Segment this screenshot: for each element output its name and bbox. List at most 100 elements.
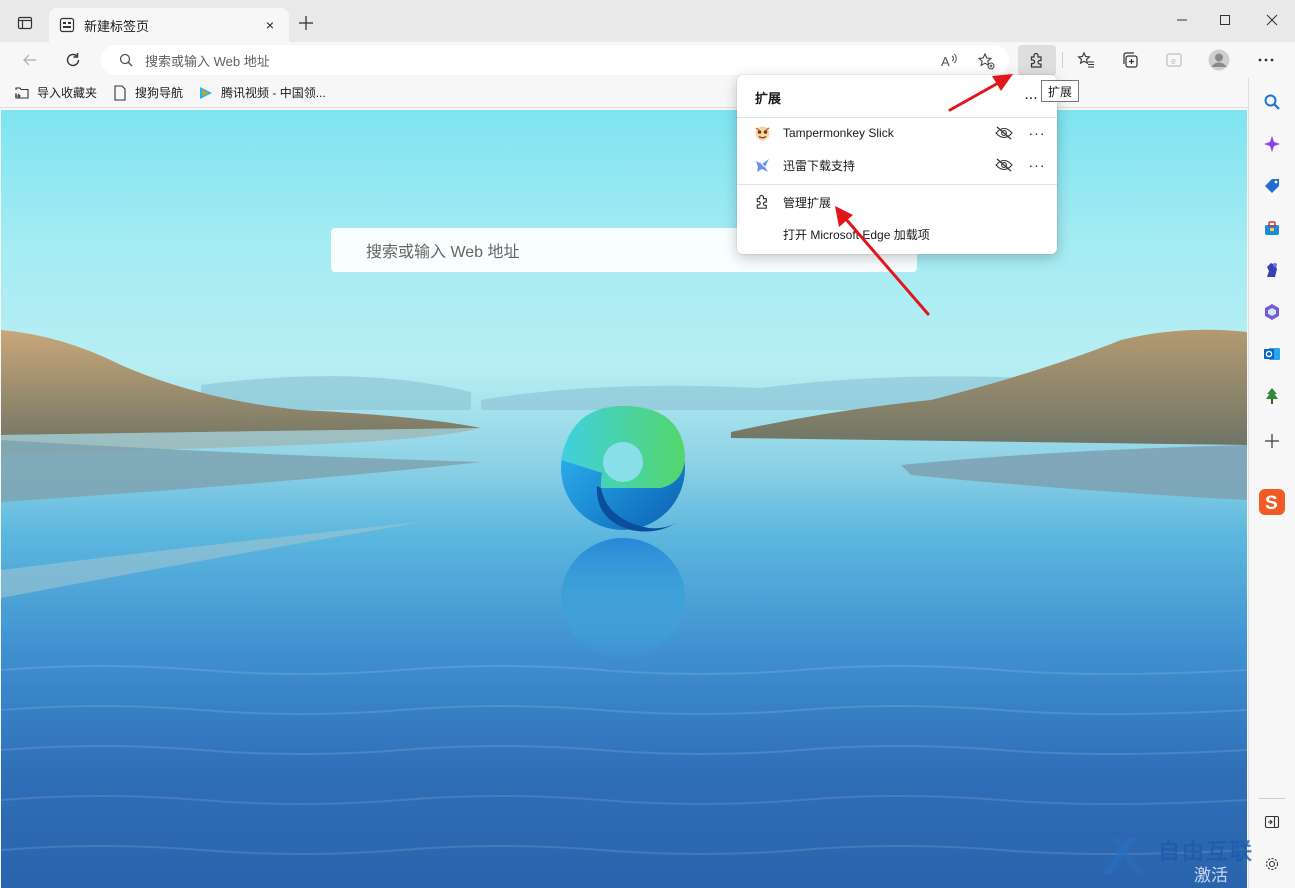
extension-more-button[interactable]: ··· (1027, 156, 1047, 174)
tree-icon (1266, 388, 1278, 404)
new-tab-button[interactable] (296, 12, 316, 34)
sidebar-tree-button[interactable] (1260, 384, 1284, 408)
close-window-button[interactable] (1258, 8, 1286, 32)
minimize-button[interactable] (1168, 8, 1196, 32)
new-tab-page: 搜索或输入 Web 地址 (1, 110, 1247, 888)
maximize-icon (1220, 15, 1230, 25)
outlook-icon (1264, 348, 1280, 360)
plus-icon (299, 16, 313, 30)
address-placeholder: 搜索或输入 Web 地址 (145, 53, 270, 69)
add-icon (1265, 434, 1279, 448)
svg-text:A: A (941, 54, 950, 69)
tencent-video-icon (198, 85, 214, 101)
profile-button[interactable] (1205, 46, 1233, 74)
puzzle-icon (1030, 52, 1042, 68)
sidebar-search-button[interactable] (1260, 90, 1284, 114)
search-icon (119, 53, 133, 67)
maximize-button[interactable] (1211, 8, 1239, 32)
sidebar-outlook-button[interactable] (1260, 342, 1284, 366)
toolbar-divider (1062, 52, 1063, 68)
extensions-button[interactable] (1018, 45, 1056, 76)
import-favorites-icon (14, 85, 30, 101)
sogou-icon: S (1259, 489, 1285, 515)
refresh-icon (66, 53, 80, 67)
back-button[interactable] (16, 46, 44, 74)
open-edge-addons-label: 打开 Microsoft Edge 加载项 (783, 227, 930, 242)
extensions-popup: 扩展 ... Tampermonkey Slick ··· 迅雷下载支持 ···… (737, 75, 1057, 254)
extension-name: Tampermonkey Slick (783, 126, 894, 140)
edge-logo-icon (561, 406, 685, 532)
office-icon (1265, 304, 1279, 320)
sidebar-shopping-button[interactable] (1260, 174, 1284, 198)
popup-title: 扩展 (755, 91, 782, 106)
extensions-tooltip: 扩展 (1041, 80, 1080, 102)
svg-text:e: e (1171, 56, 1176, 66)
favorites-icon (1077, 51, 1094, 68)
refresh-button[interactable] (59, 46, 87, 74)
page-search-placeholder: 搜索或输入 Web 地址 (366, 244, 520, 261)
read-aloud-icon[interactable]: A (941, 52, 959, 70)
add-favorite-icon[interactable] (977, 52, 995, 70)
minimize-icon (1177, 19, 1187, 21)
tab-actions-button[interactable] (10, 12, 40, 34)
favorites-bar: 导入收藏夹 搜狗导航 腾讯视频 - 中国领... (0, 78, 1295, 108)
tab-close-button[interactable]: × (261, 16, 279, 34)
background-landscape (1, 329, 1247, 855)
tab-new-tab[interactable]: 新建标签页 × (49, 8, 289, 42)
thunder-download-icon (754, 157, 771, 174)
popup-more-button[interactable]: ... (1021, 85, 1041, 105)
copilot-icon (1264, 136, 1280, 152)
favorite-import[interactable]: 导入收藏夹 (14, 84, 97, 101)
tab-title: 新建标签页 (84, 18, 150, 34)
manage-extensions-label: 管理扩展 (783, 195, 832, 210)
collections-button[interactable] (1116, 46, 1144, 74)
favorite-tencent-video[interactable]: 腾讯视频 - 中国领... (198, 84, 326, 101)
tools-icon (1265, 221, 1279, 235)
edge-sidebar: S (1248, 78, 1295, 888)
collections-icon (1123, 52, 1138, 68)
sidebar-games-button[interactable] (1260, 258, 1284, 282)
manage-extensions-item[interactable]: 管理扩展 (737, 187, 1057, 217)
shopping-icon (1265, 179, 1279, 193)
new-tab-page-icon (59, 17, 75, 33)
svg-text:S: S (1265, 493, 1278, 514)
hide-from-toolbar-icon[interactable] (995, 156, 1013, 174)
watermark-line2: 激活 Windows (1194, 866, 1263, 888)
search-icon (1264, 94, 1280, 110)
more-horizontal-icon (1258, 58, 1274, 62)
sidebar-divider (1259, 798, 1285, 799)
sidebar-copilot-button[interactable] (1260, 132, 1284, 156)
page-icon (112, 84, 128, 101)
hide-from-toolbar-icon[interactable] (995, 124, 1013, 142)
panel-collapse-icon (1264, 815, 1280, 829)
address-bar[interactable]: 搜索或输入 Web 地址 A (101, 45, 1009, 75)
close-icon (1266, 14, 1278, 26)
toolbar: 搜索或输入 Web 地址 A e (0, 42, 1295, 78)
puzzle-icon (754, 194, 771, 211)
extension-more-button[interactable]: ··· (1027, 124, 1047, 142)
extension-name: 迅雷下载支持 (783, 158, 856, 173)
avatar-icon (1208, 49, 1230, 71)
extension-row-thunder[interactable]: 迅雷下载支持 ··· (737, 150, 1057, 180)
sidebar-add-button[interactable] (1260, 429, 1284, 453)
tab-actions-icon (17, 16, 33, 30)
sidebar-tools-button[interactable] (1260, 216, 1284, 240)
games-icon (1267, 263, 1277, 277)
sidebar-office-button[interactable] (1260, 300, 1284, 324)
watermark: 自由互联 激活 Windows (1100, 830, 1290, 888)
tampermonkey-icon (754, 125, 771, 142)
open-edge-addons-item[interactable]: 打开 Microsoft Edge 加载项 (737, 219, 1057, 249)
extension-row-tampermonkey[interactable]: Tampermonkey Slick ··· (737, 118, 1057, 148)
favorite-label: 腾讯视频 - 中国领... (221, 86, 326, 100)
favorite-label: 导入收藏夹 (37, 86, 98, 100)
arrow-left-icon (23, 54, 36, 66)
ie-mode-icon: e (1166, 53, 1182, 67)
favorite-sogou-nav[interactable]: 搜狗导航 (112, 84, 183, 101)
sidebar-sogou-button[interactable]: S (1258, 488, 1286, 516)
favorites-button[interactable] (1072, 46, 1100, 74)
tab-strip: 新建标签页 × (0, 0, 1295, 42)
favorite-label: 搜狗导航 (135, 86, 184, 100)
ie-mode-button[interactable]: e (1160, 46, 1188, 74)
settings-more-button[interactable] (1252, 46, 1280, 74)
popup-divider (737, 184, 1057, 185)
